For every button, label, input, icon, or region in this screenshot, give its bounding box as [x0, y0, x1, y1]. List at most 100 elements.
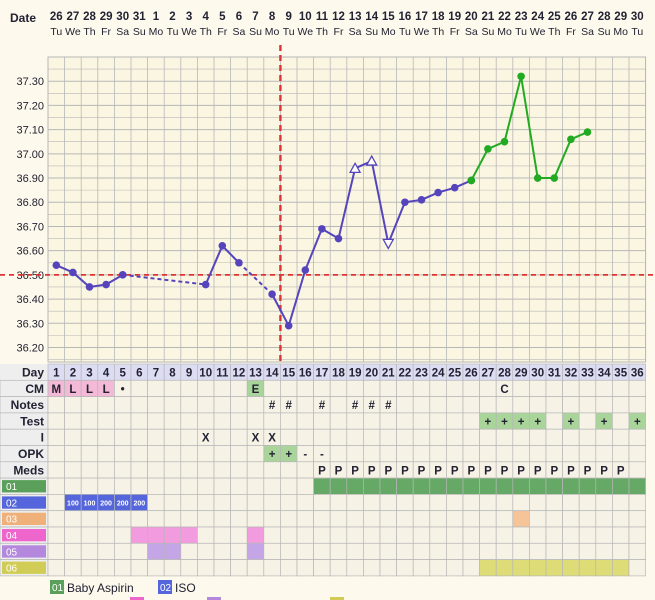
row-cell-value: P [451, 465, 459, 477]
row-cell [97, 428, 115, 446]
day-number: 34 [598, 368, 611, 380]
row-cell [147, 559, 165, 577]
row-cell [130, 396, 148, 414]
data-point [517, 72, 525, 81]
row-cell [363, 412, 381, 430]
date-tick: 10 [299, 11, 312, 23]
data-point [235, 258, 243, 267]
row-label: 06 [6, 564, 18, 575]
weekday-tick: We [65, 26, 81, 38]
row-cell [396, 379, 414, 397]
data-point [467, 176, 476, 185]
row-cell [280, 494, 298, 512]
weekday-tick: Mo [613, 26, 628, 38]
row-cell [612, 428, 630, 446]
row-cell [64, 428, 82, 446]
date-tick: 27 [581, 11, 594, 23]
row-cell [412, 396, 431, 414]
row-cell [280, 477, 298, 495]
row-label: Test [20, 414, 44, 428]
row-cell [612, 445, 630, 463]
row-cell-value: P [600, 465, 608, 477]
date-tick: 28 [598, 11, 611, 23]
row-cell [429, 477, 447, 495]
row-cell [329, 542, 348, 560]
row-cell [512, 396, 530, 414]
row-cell [163, 477, 182, 495]
day-number: 22 [399, 368, 412, 380]
date-label: Date [10, 11, 36, 25]
weekday-tick: We [414, 26, 430, 38]
row-cell [479, 428, 497, 446]
row-cell [47, 396, 65, 414]
weekday-tick: We [298, 26, 314, 38]
row-cell [213, 428, 231, 446]
row-cell-value: P [335, 465, 343, 477]
row-cell [429, 542, 447, 560]
row-cell [180, 445, 198, 463]
date-tick: 24 [531, 11, 544, 23]
row-cell [47, 542, 65, 560]
row-cell [114, 396, 132, 414]
row-cell [180, 494, 198, 512]
row-cell [197, 526, 215, 544]
date-tick: 14 [365, 11, 378, 23]
day-number: 19 [349, 368, 362, 380]
row-label: OPK [18, 447, 44, 461]
row-cell [479, 445, 497, 463]
weekday-tick: Su [598, 26, 611, 38]
row-cell [545, 542, 563, 560]
row-cell-value: + [568, 416, 575, 428]
row-cell [213, 412, 231, 430]
row-cell [130, 379, 148, 397]
row-cell [545, 445, 563, 463]
row-cell [628, 461, 646, 479]
row-cell [163, 494, 182, 512]
data-point [201, 280, 210, 289]
weekday-tick: Th [316, 26, 328, 38]
row-cell-value: L [86, 384, 93, 396]
day-number: 21 [382, 368, 395, 380]
row-cell [495, 526, 514, 544]
row-cell [296, 396, 314, 414]
row-cell [628, 559, 646, 577]
row-cell [363, 428, 381, 446]
row-meds: Meds P P P P P P P P P P P P P P P P P P P [0, 461, 646, 479]
data-point [417, 196, 426, 204]
row-cell [446, 445, 464, 463]
row-cell [80, 559, 99, 577]
weekday-tick: Fr [566, 26, 576, 38]
row-cell [329, 445, 348, 463]
weekday-tick: Tu [515, 26, 527, 38]
row-cell [97, 526, 115, 544]
weekday-tick: Mo [497, 26, 512, 38]
row-cell [595, 559, 613, 577]
row-cell [412, 526, 431, 544]
row-cell [562, 542, 580, 560]
row-cell [562, 526, 580, 544]
row-cell-value: 200 [100, 500, 112, 507]
row-cell [80, 461, 99, 479]
row-cell-value: # [285, 400, 292, 412]
row-cell [213, 477, 231, 495]
row-cell [379, 412, 397, 430]
row-cell-value: P [434, 465, 442, 477]
day-number: 6 [136, 368, 142, 380]
data-point [52, 261, 61, 269]
day-number: 17 [316, 368, 329, 380]
row-cell [578, 428, 597, 446]
row-cell [180, 428, 198, 446]
row-cell [595, 494, 613, 512]
row-cell [379, 510, 397, 528]
row-cell [628, 494, 646, 512]
data-point [583, 128, 592, 136]
weekday-tick: Sa [581, 26, 594, 38]
row-cell [446, 396, 464, 414]
row-cell [396, 428, 414, 446]
y-tick-label: 36.20 [16, 342, 44, 354]
date-tick: 6 [236, 11, 242, 23]
day-number: 1 [53, 368, 60, 380]
row-label: CM [25, 382, 44, 396]
row-cell [263, 461, 281, 479]
row-cell [446, 559, 464, 577]
